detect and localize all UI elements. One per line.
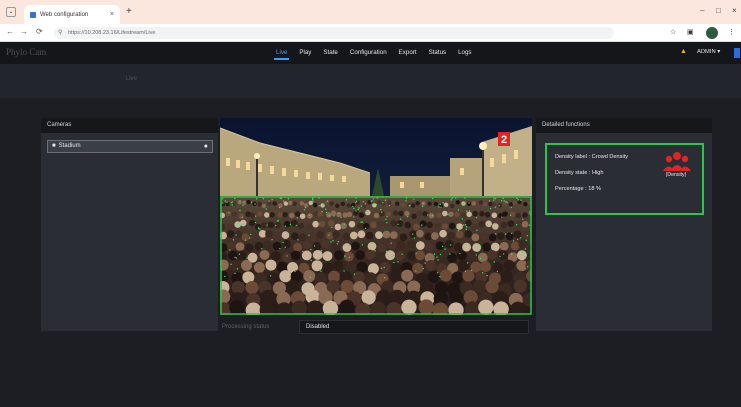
browser-tab[interactable]: Web configuration × [24, 5, 120, 24]
reload-icon[interactable]: ⟳ [36, 27, 43, 36]
url-text: https://10.208.23.16/Lifestream/Live [68, 30, 156, 36]
maximize-icon[interactable]: □ [716, 6, 721, 15]
nav-logs[interactable]: Logs [452, 42, 477, 64]
nav-play[interactable]: Play [293, 42, 317, 64]
page-title: Live [126, 76, 138, 82]
eye-icon[interactable]: ● [204, 141, 208, 152]
user-menu[interactable]: ADMIN ▾ [697, 49, 720, 55]
profile-avatar[interactable] [706, 27, 718, 39]
nav-export[interactable]: Export [393, 42, 423, 64]
browser-toolbar: ← → ⟳ ⚲ https://10.208.23.16/Lifestream/… [0, 24, 741, 42]
processing-status-label: Processing status [222, 324, 270, 330]
tab-title: Web configuration [40, 11, 89, 18]
processing-status-field[interactable]: Disabled [299, 320, 529, 334]
crowd-density-icon [663, 152, 691, 171]
channel-badge: 2 [501, 134, 507, 146]
cameras-header: Cameras [41, 118, 218, 133]
app-navbar: Phylo Cam Live Play State Configuration … [0, 42, 741, 64]
browser-tab-bar: ⌄ Web configuration × + – □ × [0, 0, 741, 24]
favicon-icon [30, 11, 36, 18]
nav-state[interactable]: State [317, 42, 343, 64]
minimize-icon[interactable]: – [700, 6, 704, 15]
crowd-scene-image: 2 [220, 118, 532, 315]
density-label-text: Density label : Crowd Density [555, 154, 629, 160]
back-icon[interactable]: ← [6, 27, 14, 36]
density-icon-caption: (Density) [665, 172, 687, 178]
detailed-functions-panel: Detailed functions Density label : Crowd… [536, 118, 712, 331]
notification-bell-icon[interactable]: ▲ [680, 48, 687, 55]
brand-logo: Phylo Cam [6, 47, 47, 57]
detailed-functions-header: Detailed functions [536, 118, 712, 133]
site-info-icon[interactable]: ⚲ [58, 27, 62, 39]
new-tab-button[interactable]: + [126, 6, 132, 17]
browser-menu-icon[interactable]: ⋮ [728, 28, 735, 36]
extensions-icon[interactable]: ▣ [687, 28, 694, 36]
density-card: Density label : Crowd Density Density st… [545, 143, 704, 215]
nav-configuration[interactable]: Configuration [344, 42, 393, 64]
live-video-feed[interactable]: 2 [220, 118, 532, 315]
side-tab-icon[interactable] [734, 48, 740, 58]
forward-icon[interactable]: → [20, 27, 28, 36]
camera-item-stadium[interactable]: ■ Stadium ● [47, 140, 213, 153]
camera-label: Stadium [58, 143, 81, 149]
page-header: Live [0, 64, 741, 98]
bookmark-star-icon[interactable]: ☆ [670, 28, 676, 36]
percentage-text: Percentage : 18 % [555, 186, 602, 192]
density-state-text: Density state : High [555, 170, 604, 176]
tab-close-icon[interactable]: × [110, 11, 114, 18]
camera-icon: ■ [52, 143, 56, 149]
address-bar[interactable]: ⚲ https://10.208.23.16/Lifestream/Live [54, 27, 614, 39]
nav-live[interactable]: Live [270, 42, 293, 64]
close-window-icon[interactable]: × [732, 6, 737, 15]
cameras-panel: Cameras ■ Stadium ● [41, 118, 218, 331]
main-nav: Live Play State Configuration Export Sta… [270, 42, 478, 64]
nav-status[interactable]: Status [423, 42, 453, 64]
tab-search-button[interactable]: ⌄ [6, 7, 16, 17]
